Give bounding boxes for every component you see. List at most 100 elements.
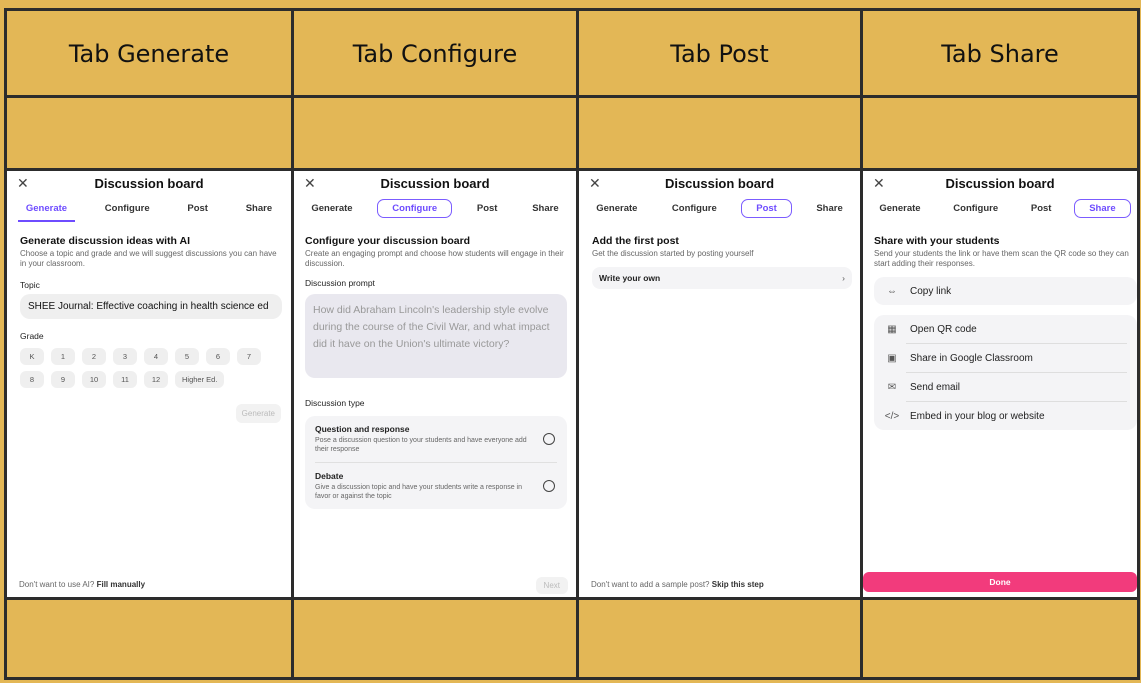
section-subtitle: Send your students the link or have them… xyxy=(874,249,1129,268)
footer: Don't want to add a sample post? Skip th… xyxy=(591,580,764,589)
panel-share: ✕ Discussion board Generate Configure Po… xyxy=(863,171,1137,597)
grade-label: Grade xyxy=(20,331,44,341)
code-icon: </> xyxy=(884,410,900,422)
footer-text: Don't want to add a sample post? xyxy=(591,580,710,589)
topic-label: Topic xyxy=(20,280,40,290)
next-button[interactable]: Next xyxy=(535,577,568,594)
prompt-textarea[interactable]: How did Abraham Lincoln's leadership sty… xyxy=(305,294,567,378)
tab-post[interactable]: Post xyxy=(1021,200,1062,217)
done-button[interactable]: Done xyxy=(863,572,1137,592)
footer-text: Don't want to use AI? xyxy=(19,580,95,589)
tab-post[interactable]: Post xyxy=(741,198,792,218)
panel-post: ✕ Discussion board Generate Configure Po… xyxy=(579,171,860,597)
grid-line xyxy=(4,597,1140,600)
column-heading-generate: Tab Generate xyxy=(68,40,230,68)
tab-generate[interactable]: Generate xyxy=(16,200,77,222)
modal-title: Discussion board xyxy=(664,176,775,191)
tab-generate[interactable]: Generate xyxy=(301,200,362,217)
panel-generate: ✕ Discussion board Generate Configure Po… xyxy=(7,171,291,597)
option-desc: Give a discussion topic and have your st… xyxy=(315,484,523,500)
discussion-type-label: Discussion type xyxy=(305,398,365,408)
grade-chip[interactable]: 2 xyxy=(82,348,106,365)
copy-link-card: ⇔ Copy link xyxy=(874,277,1137,305)
grade-chip[interactable]: 11 xyxy=(113,371,137,388)
section-title: Configure your discussion board xyxy=(305,235,471,247)
panel-configure: ✕ Discussion board Generate Configure Po… xyxy=(294,171,576,597)
grade-chip[interactable]: 3 xyxy=(113,348,137,365)
grade-chip[interactable]: 1 xyxy=(51,348,75,365)
discussion-type-card: Question and response Pose a discussion … xyxy=(305,416,567,509)
grid-line xyxy=(1137,8,1140,680)
option-title: Question and response xyxy=(315,424,410,434)
tab-configure[interactable]: Configure xyxy=(377,198,453,218)
generate-button[interactable]: Generate xyxy=(235,404,281,423)
modal-header: ✕ Discussion board xyxy=(579,171,860,195)
write-own-row[interactable]: Write your own › xyxy=(592,267,852,289)
tab-generate[interactable]: Generate xyxy=(869,200,930,217)
tab-share[interactable]: Share xyxy=(806,200,852,217)
footer: Don't want to use AI? Fill manually xyxy=(19,580,145,589)
share-options-card: ▦ Open QR code ▣ Share in Google Classro… xyxy=(874,315,1137,430)
modal-header: ✕ Discussion board xyxy=(294,171,576,195)
modal-title: Discussion board xyxy=(94,176,204,191)
link-icon: ⇔ xyxy=(887,285,897,297)
modal-header: ✕ Discussion board xyxy=(863,171,1137,195)
embed-item[interactable]: </> Embed in your blog or website xyxy=(874,402,1137,430)
tab-bar: Generate Configure Post Share xyxy=(294,195,576,221)
section-title: Share with your students xyxy=(874,235,1000,247)
grade-chip[interactable]: 12 xyxy=(144,371,168,388)
grid-line xyxy=(4,677,1140,680)
grade-chip[interactable]: 7 xyxy=(237,348,261,365)
option-debate[interactable]: Debate Give a discussion topic and have … xyxy=(305,463,567,509)
column-heading-configure: Tab Configure xyxy=(352,40,518,68)
grade-chip[interactable]: 5 xyxy=(175,348,199,365)
fill-manually-link[interactable]: Fill manually xyxy=(97,580,145,589)
grade-chip[interactable]: 9 xyxy=(51,371,75,388)
modal-title: Discussion board xyxy=(380,176,490,191)
item-label: Open QR code xyxy=(910,323,977,335)
modal-title: Discussion board xyxy=(945,176,1055,191)
open-qr-item[interactable]: ▦ Open QR code xyxy=(874,315,1137,343)
tab-configure[interactable]: Configure xyxy=(95,200,160,217)
google-classroom-item[interactable]: ▣ Share in Google Classroom xyxy=(874,344,1137,372)
email-icon: ✉ xyxy=(887,381,897,393)
radio-button[interactable] xyxy=(543,433,555,445)
tab-configure[interactable]: Configure xyxy=(662,200,727,217)
grade-chip[interactable]: 6 xyxy=(206,348,230,365)
section-title: Add the first post xyxy=(592,235,679,247)
grade-chip[interactable]: K xyxy=(20,348,44,365)
column-heading-post: Tab Post xyxy=(670,40,769,68)
storyboard: Tab Generate Tab Configure Tab Post Tab … xyxy=(0,0,1141,683)
copy-link-item[interactable]: ⇔ Copy link xyxy=(874,277,1137,305)
prompt-label: Discussion prompt xyxy=(305,278,375,288)
send-email-item[interactable]: ✉ Send email xyxy=(874,373,1137,401)
copy-link-label: Copy link xyxy=(910,285,952,297)
topic-input[interactable]: SHEE Journal: Effective coaching in heal… xyxy=(20,294,282,319)
radio-button[interactable] xyxy=(543,480,555,492)
tab-generate[interactable]: Generate xyxy=(586,200,647,217)
tab-share[interactable]: Share xyxy=(1074,198,1131,218)
chevron-right-icon: › xyxy=(842,273,845,283)
grade-chip[interactable]: 8 xyxy=(20,371,44,388)
tab-post[interactable]: Post xyxy=(177,200,218,217)
grade-chip[interactable]: Higher Ed. xyxy=(175,371,225,388)
tab-share[interactable]: Share xyxy=(236,200,282,217)
tab-share[interactable]: Share xyxy=(522,200,568,217)
grade-chip[interactable]: 10 xyxy=(82,371,106,388)
qr-code-icon: ▦ xyxy=(887,323,897,335)
skip-step-link[interactable]: Skip this step xyxy=(712,580,764,589)
section-title: Generate discussion ideas with AI xyxy=(20,235,190,247)
section-subtitle: Create an engaging prompt and choose how… xyxy=(305,249,564,268)
tab-configure[interactable]: Configure xyxy=(943,200,1008,217)
section-subtitle: Choose a topic and grade and we will sug… xyxy=(20,249,277,268)
item-label: Send email xyxy=(910,381,961,393)
option-desc: Pose a discussion question to your stude… xyxy=(315,437,527,453)
column-heading-share: Tab Share xyxy=(941,40,1059,68)
modal-header: ✕ Discussion board xyxy=(7,171,291,195)
write-own-label: Write your own xyxy=(599,273,661,283)
option-question-response[interactable]: Question and response Pose a discussion … xyxy=(305,416,567,462)
grade-chips: K 1 2 3 4 5 6 7 8 9 10 11 12 Higher Ed. xyxy=(20,348,282,388)
item-label: Embed in your blog or website xyxy=(910,410,1045,422)
tab-post[interactable]: Post xyxy=(467,200,508,217)
grade-chip[interactable]: 4 xyxy=(144,348,168,365)
